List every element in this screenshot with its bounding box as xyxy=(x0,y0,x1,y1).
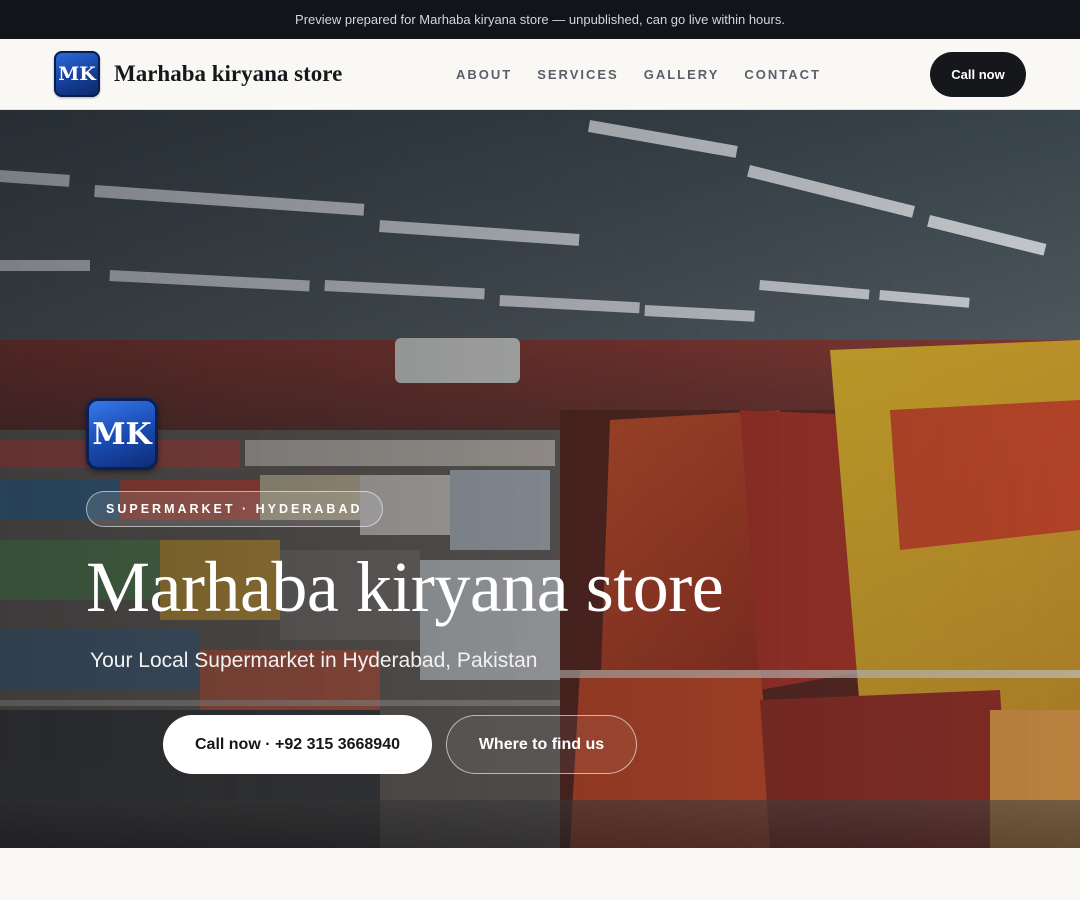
hero-section: MK SUPERMARKET · HYDERABAD Marhaba kirya… xyxy=(0,110,1080,848)
hero-logo: MK xyxy=(86,398,158,470)
nav-about[interactable]: ABOUT xyxy=(456,67,512,82)
hero-content: MK SUPERMARKET · HYDERABAD Marhaba kirya… xyxy=(86,398,986,673)
brand-name: Marhaba kiryana store xyxy=(114,61,343,86)
header-call-button[interactable]: Call now xyxy=(930,52,1026,97)
hero-directions-button[interactable]: Where to find us xyxy=(446,715,637,774)
nav-gallery[interactable]: GALLERY xyxy=(644,67,720,82)
nav-contact[interactable]: CONTACT xyxy=(744,67,821,82)
hero-category-badge: SUPERMARKET · HYDERABAD xyxy=(86,491,383,527)
brand-logo-initials: MK xyxy=(58,63,96,85)
hero-logo-initials: MK xyxy=(92,416,152,452)
hero-actions: Call now · +92 315 3668940 Where to find… xyxy=(163,715,637,774)
hero-title: Marhaba kiryana store xyxy=(86,547,724,627)
brand-logo: MK xyxy=(54,51,100,97)
hero-subtitle: Your Local Supermarket in Hyderabad, Pak… xyxy=(90,649,538,672)
site-header: MK Marhaba kiryana store ABOUT SERVICES … xyxy=(0,39,1080,110)
preview-banner: Preview prepared for Marhaba kiryana sto… xyxy=(0,0,1080,39)
brand-home-link[interactable]: MK Marhaba kiryana store xyxy=(54,51,342,97)
nav-services[interactable]: SERVICES xyxy=(537,67,619,82)
main-nav: ABOUT SERVICES GALLERY CONTACT xyxy=(456,39,846,109)
hero-call-button[interactable]: Call now · +92 315 3668940 xyxy=(163,715,432,774)
preview-banner-text: Preview prepared for Marhaba kiryana sto… xyxy=(295,12,785,27)
